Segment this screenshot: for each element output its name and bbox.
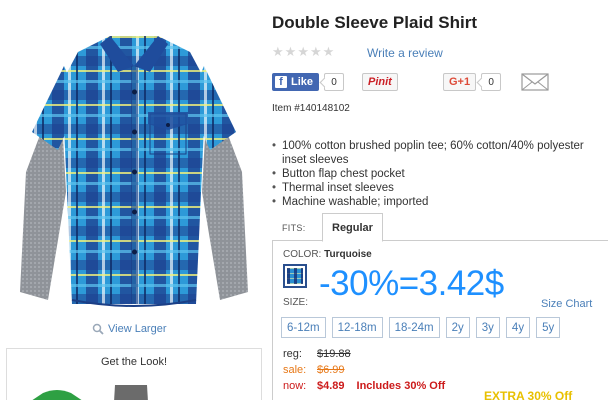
google-plus-share: G+1 0 [443,72,502,92]
fits-tabs: FITS: Regular [272,213,608,242]
product-title: Double Sleeve Plaid Shirt [272,13,478,32]
size-button-5y[interactable]: 5y [536,317,561,338]
size-button-4y[interactable]: 4y [505,317,531,338]
now-price: $4.89 [317,380,345,392]
feature-item: 100% cotton brushed poplin tee; 60% cott… [272,139,608,167]
item-number: Item #140148102 [272,103,350,114]
sale-price-label: sale: [283,364,307,376]
write-review-link[interactable]: Write a review [367,46,443,60]
size-options: 6-12m 12-18m 18-24m 2y 3y 4y 5y [281,317,561,338]
feature-item: Button flap chest pocket [272,167,608,181]
extra-off-banner: EXTRA 30% Off [484,389,573,400]
size-button-18-24m[interactable]: 18-24m [388,317,440,338]
get-the-look-thumbnails[interactable] [7,379,263,400]
size-label: SIZE: [283,297,309,308]
pinterest-button[interactable]: Pinit [362,73,398,91]
price-block: reg: $19.88 sale: $6.99 now: $4.89 Inclu… [283,346,445,394]
facebook-like-button[interactable]: f Like [272,73,320,91]
size-button-2y[interactable]: 2y [445,317,470,338]
fits-label: FITS: [282,223,306,233]
product-page: View Larger Get the Look! Double Sleeve … [0,0,608,400]
google-plus-button[interactable]: G+1 [443,73,477,91]
feature-list: 100% cotton brushed poplin tee; 60% cott… [272,139,608,209]
envelope-icon[interactable] [521,72,549,92]
product-image[interactable] [18,22,250,317]
green-shirt-thumbnail [32,390,82,400]
star-icon: ★ [309,44,322,59]
now-price-row: now: $4.89 Includes 30% Off [283,378,445,394]
view-larger-link[interactable]: View Larger [92,323,167,335]
view-larger-label: View Larger [108,323,167,335]
regular-price-row: reg: $19.88 [283,346,445,362]
sale-price: $6.99 [317,364,345,376]
tab-regular[interactable]: Regular [322,213,383,242]
magnifier-icon [92,323,104,335]
size-button-6-12m[interactable]: 6-12m [281,317,326,338]
color-value: Turquoise [324,249,372,260]
facebook-like: f Like 0 [272,72,345,92]
color-label: COLOR: [283,249,322,260]
facebook-like-count: 0 [324,73,345,91]
regular-price: $19.88 [317,348,351,360]
size-chart-link[interactable]: Size Chart [541,298,592,310]
sale-price-row: sale: $6.99 [283,362,445,378]
facebook-like-label: Like [291,76,314,88]
feature-item: Machine washable; imported [272,195,608,209]
color-swatch-turquoise[interactable] [283,264,307,288]
regular-price-label: reg: [283,348,302,360]
gray-pants-thumbnail [114,385,148,400]
star-icon: ★ [297,44,309,59]
size-button-12-18m[interactable]: 12-18m [331,317,383,338]
star-icon: ★ [322,44,335,59]
now-price-label: now: [283,380,307,392]
promo-text: -30%=3.42$ [319,264,504,303]
product-options: COLOR: Turquoise -30%=3.42$ SIZE: Size C… [272,240,608,400]
pinterest-share: Pinit [362,72,398,92]
size-button-3y[interactable]: 3y [475,317,500,338]
rating-stars[interactable]: ★ ★ ★ ★ ★ [272,45,334,58]
facebook-icon: f [275,76,287,88]
feature-item: Thermal inset sleeves [272,181,608,195]
color-row: COLOR: Turquoise [283,249,372,260]
star-icon: ★ [284,44,297,59]
get-the-look-panel: Get the Look! [6,348,262,400]
google-plus-count: 0 [481,73,502,91]
star-icon: ★ [272,44,284,59]
get-the-look-heading: Get the Look! [100,356,168,368]
discount-note: Includes 30% Off [356,380,446,392]
